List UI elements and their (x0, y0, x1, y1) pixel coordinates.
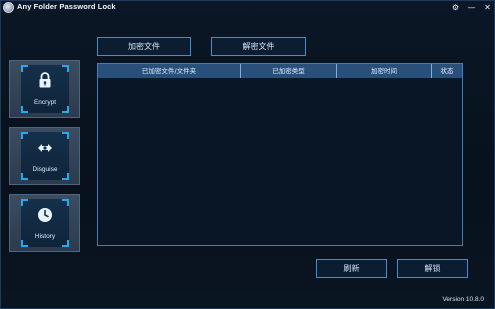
refresh-button[interactable]: 刷新 (316, 259, 387, 278)
encrypted-items-table[interactable]: 已加密文件/文件夹 已加密类型 加密时间 状态 (97, 63, 463, 246)
column-header-file[interactable]: 已加密文件/文件夹 (98, 64, 241, 78)
sidebar-item-label: Encrypt (33, 99, 57, 106)
encrypt-file-button[interactable]: 加密文件 (97, 37, 191, 56)
sidebar-item-disguise[interactable]: Disguise (9, 127, 80, 185)
app-window: Any Folder Password Lock ⚙ — ✕ Encrypt D… (0, 0, 495, 309)
app-logo-icon (3, 2, 14, 13)
decrypt-file-button[interactable]: 解密文件 (211, 37, 306, 56)
disguise-icon (38, 144, 52, 152)
column-header-type[interactable]: 已加密类型 (241, 64, 337, 78)
column-header-status[interactable]: 状态 (432, 64, 462, 78)
sidebar-item-label: Disguise (32, 166, 58, 173)
close-icon[interactable]: ✕ (483, 2, 492, 13)
clock-icon (38, 208, 52, 222)
window-title: Any Folder Password Lock (17, 2, 116, 11)
window-controls: ⚙ — ✕ (451, 2, 492, 13)
sidebar-item-encrypt[interactable]: Encrypt (9, 60, 80, 118)
sidebar-item-label: History (34, 233, 56, 240)
settings-icon[interactable]: ⚙ (451, 2, 460, 13)
version-label: Version 10.8.0 (442, 296, 484, 303)
minimize-icon[interactable]: — (467, 2, 476, 13)
history-icon-frame: History (21, 199, 69, 247)
encrypt-icon-frame: Encrypt (21, 65, 69, 113)
table-header: 已加密文件/文件夹 已加密类型 加密时间 状态 (98, 64, 462, 78)
lock-icon (39, 72, 51, 88)
disguise-icon-frame: Disguise (21, 132, 69, 180)
unlock-button[interactable]: 解锁 (397, 259, 468, 278)
column-header-time[interactable]: 加密时间 (337, 64, 432, 78)
title-bar[interactable]: Any Folder Password Lock ⚙ — ✕ (1, 1, 495, 14)
sidebar-item-history[interactable]: History (9, 194, 80, 252)
